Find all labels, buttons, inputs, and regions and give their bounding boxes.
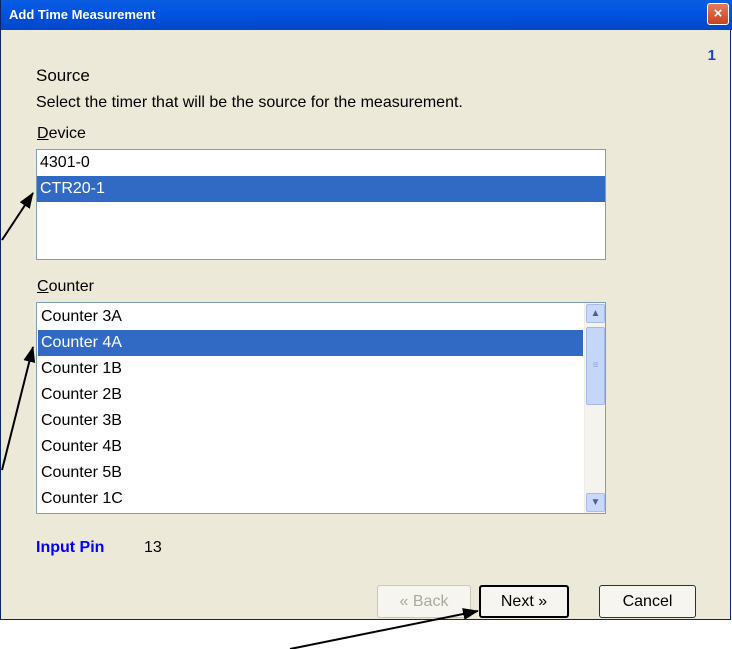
- scroll-up-icon[interactable]: ▲: [586, 304, 605, 323]
- close-icon[interactable]: ×: [707, 3, 729, 25]
- back-button[interactable]: « Back: [377, 585, 471, 618]
- window-title: Add Time Measurement: [9, 7, 156, 22]
- list-item[interactable]: Counter 5B: [38, 460, 583, 486]
- device-label: Device: [37, 125, 86, 142]
- dialog-window: Add Time Measurement × 1 Source Select t…: [0, 0, 732, 620]
- list-item[interactable]: Counter 4A: [38, 330, 583, 356]
- title-bar[interactable]: Add Time Measurement ×: [1, 0, 732, 30]
- device-listbox[interactable]: 4301-0 CTR20-1: [36, 149, 606, 260]
- page-number: 1: [707, 47, 716, 64]
- counter-label: Counter: [37, 278, 94, 295]
- list-item[interactable]: Counter 1C: [38, 486, 583, 512]
- list-item[interactable]: CTR20-1: [37, 176, 605, 202]
- input-pin-value: 13: [144, 539, 162, 556]
- section-description: Select the timer that will be the source…: [36, 94, 463, 111]
- list-item[interactable]: Counter 3A: [38, 304, 583, 330]
- cancel-button[interactable]: Cancel: [599, 585, 696, 618]
- input-pin-label: Input Pin: [36, 539, 105, 556]
- list-item[interactable]: Counter 2B: [38, 382, 583, 408]
- list-item[interactable]: Counter 4B: [38, 434, 583, 460]
- list-item[interactable]: 4301-0: [37, 150, 605, 176]
- section-heading: Source: [36, 66, 90, 85]
- next-button[interactable]: Next »: [479, 585, 569, 618]
- scroll-down-icon[interactable]: ▼: [586, 493, 605, 512]
- list-item[interactable]: Counter 3B: [38, 408, 583, 434]
- counter-listbox[interactable]: Counter 3A Counter 4A Counter 1B Counter 2B…: [36, 302, 606, 514]
- scrollbar-thumb[interactable]: ≡: [586, 327, 605, 405]
- list-item[interactable]: Counter 1B: [38, 356, 583, 382]
- counter-scrollbar[interactable]: ▲ ≡ ▼: [584, 303, 605, 513]
